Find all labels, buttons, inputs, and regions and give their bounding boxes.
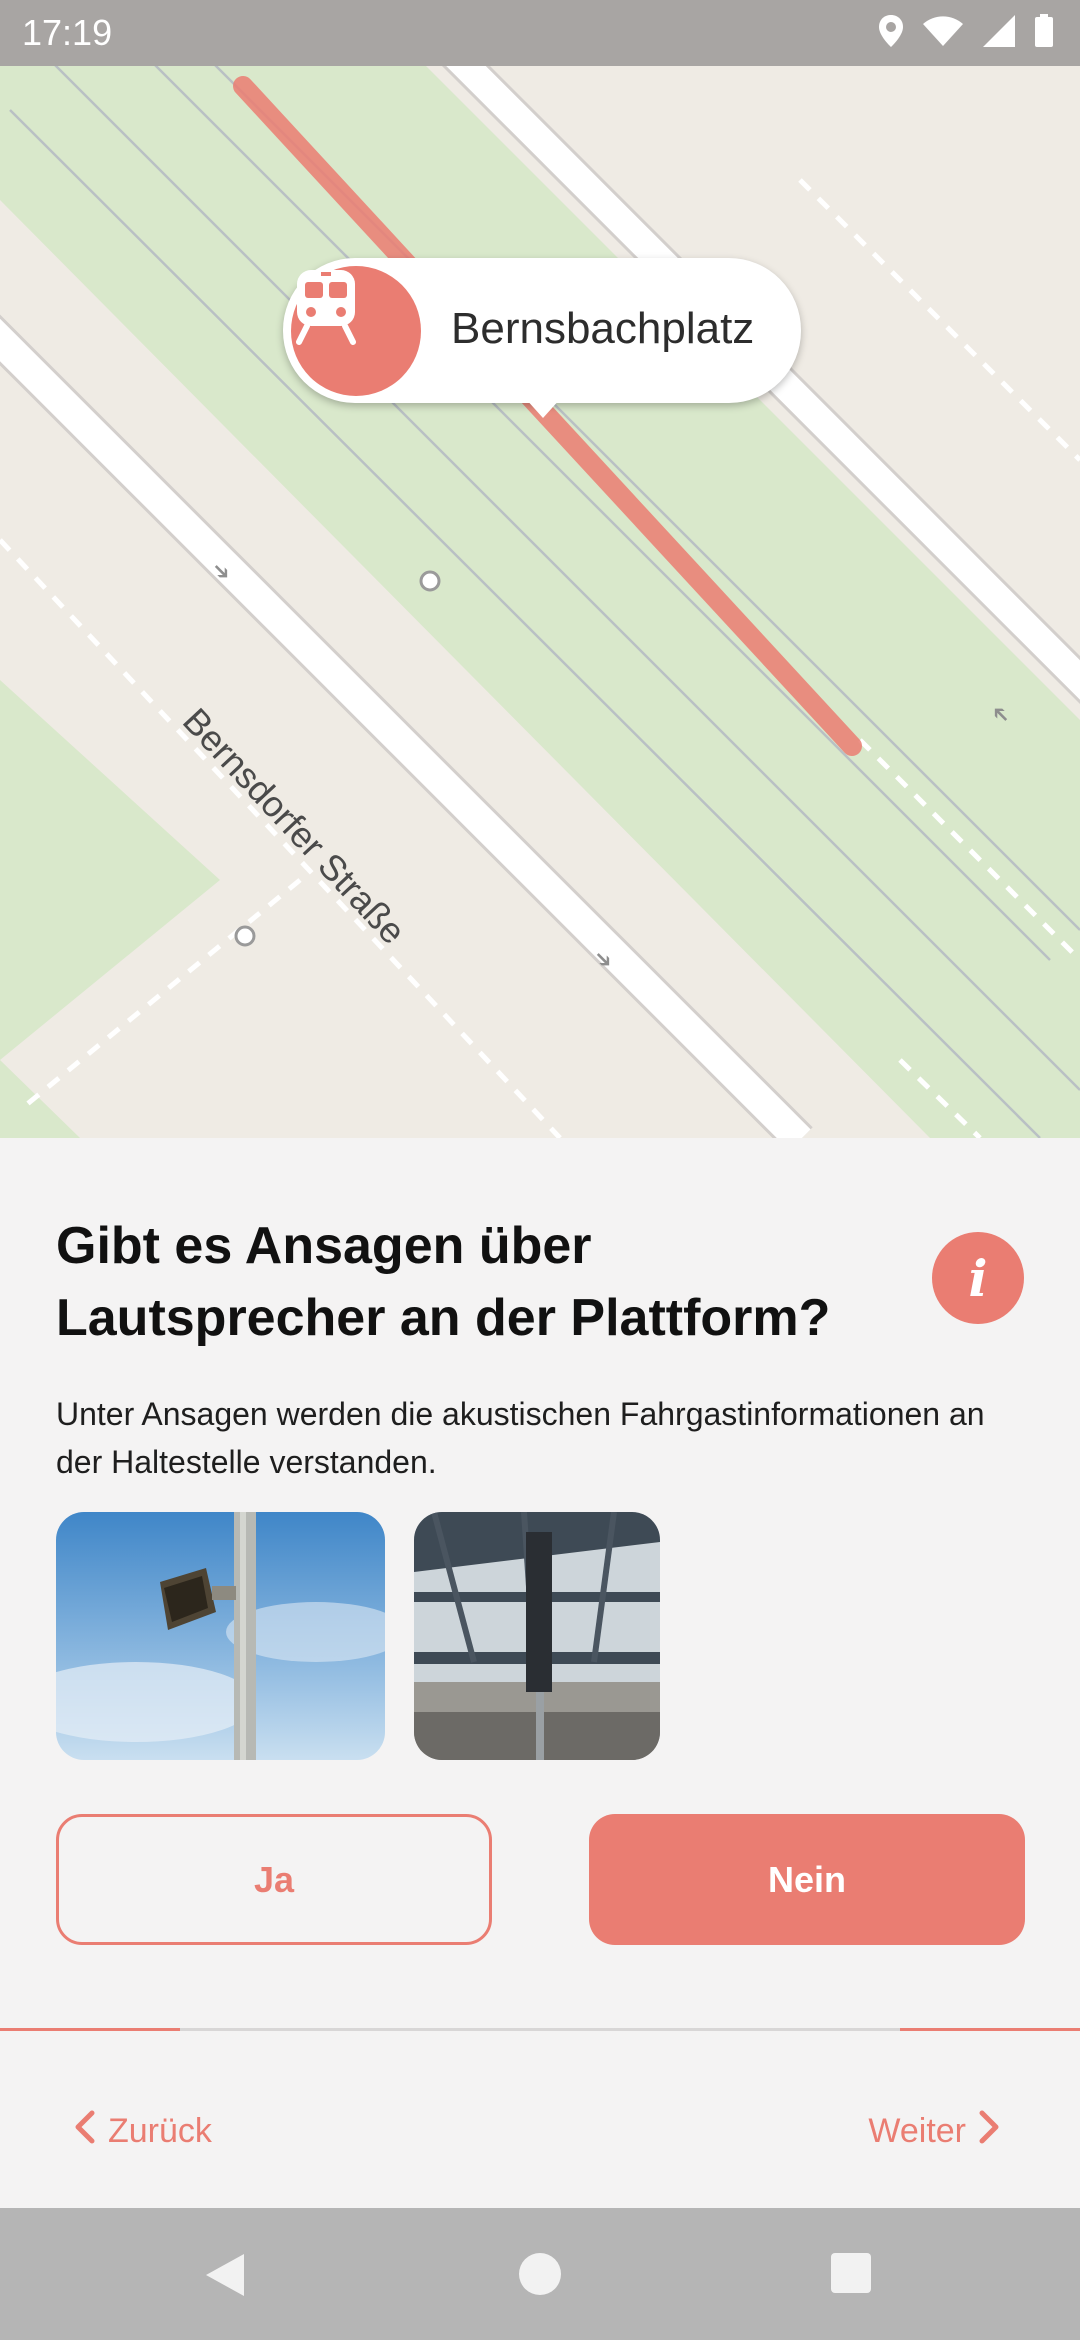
progress-fill: [0, 2028, 180, 2031]
battery-icon: [1034, 14, 1054, 53]
map-canvas: ➔ ➔ ➔: [0, 0, 1080, 1138]
tram-icon: [291, 266, 421, 396]
location-icon: [878, 14, 904, 53]
progress-bar: [0, 2028, 1080, 2031]
platform-roof-speaker-photo[interactable]: [414, 1512, 660, 1760]
info-icon[interactable]: i: [932, 1232, 1024, 1324]
question-description: Unter Ansagen werden die akustischen Fah…: [56, 1396, 985, 1480]
stop-callout[interactable]: Bernsbachplatz: [283, 258, 801, 418]
yes-button[interactable]: Ja: [56, 1814, 492, 1945]
wifi-icon: [922, 15, 964, 52]
callout-pointer: [525, 398, 561, 418]
status-bar: 17:19: [0, 0, 1080, 66]
map-view[interactable]: ➔ ➔ ➔ Bernsdorfer Straße Bernsbachplatz: [0, 0, 1080, 1138]
back-label: Zurück: [108, 2111, 212, 2150]
progress-fill-end: [900, 2028, 1080, 2031]
chevron-left-icon: [72, 2110, 96, 2153]
question-sheet: Gibt es Ansagen über Lautsprecher an der…: [0, 1138, 1080, 2208]
next-button[interactable]: Weiter: [868, 2101, 1002, 2161]
question-title: Gibt es Ansagen über Lautsprecher an der…: [56, 1217, 831, 1347]
back-button[interactable]: Zurück: [72, 2101, 212, 2161]
home-circle-icon[interactable]: [518, 2252, 562, 2301]
loudspeaker-on-pole-photo[interactable]: [56, 1512, 385, 1760]
recents-square-icon[interactable]: [830, 2252, 872, 2299]
stop-name: Bernsbachplatz: [451, 304, 755, 353]
system-navigation-bar: [0, 2208, 1080, 2340]
no-button[interactable]: Nein: [589, 1814, 1025, 1945]
chevron-right-icon: [978, 2110, 1002, 2153]
signal-icon: [982, 14, 1016, 53]
back-triangle-icon[interactable]: [204, 2252, 246, 2303]
next-label: Weiter: [868, 2111, 966, 2150]
status-time: 17:19: [22, 12, 113, 53]
